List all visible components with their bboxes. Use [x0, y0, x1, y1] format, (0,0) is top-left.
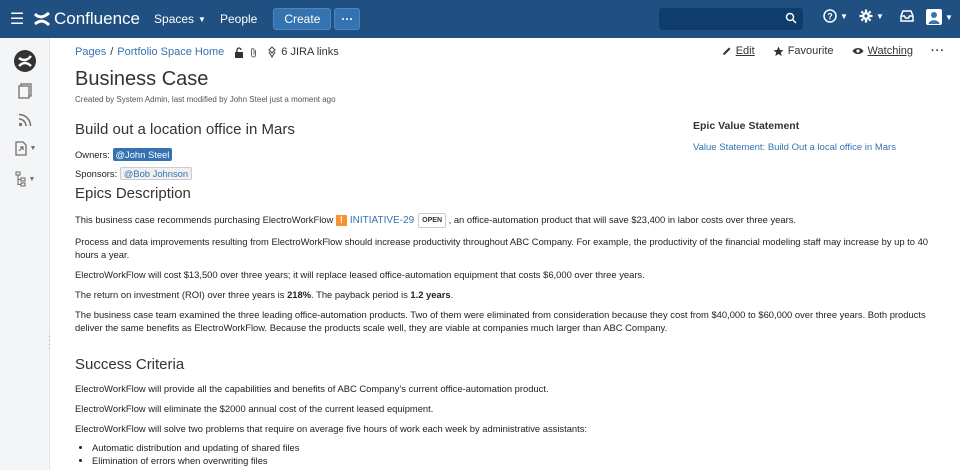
- page-tree-icon: [14, 171, 26, 187]
- sponsors-label: Sponsors:: [75, 168, 118, 179]
- watching-button[interactable]: Watching: [852, 45, 913, 57]
- svg-text:?: ?: [827, 12, 833, 22]
- sidebar-resize-handle[interactable]: · · · ·: [48, 332, 51, 354]
- people-link[interactable]: People: [220, 12, 257, 26]
- search-box[interactable]: [659, 8, 803, 30]
- jira-issue-type-icon: !: [335, 215, 347, 226]
- chevron-down-icon: ▼: [29, 145, 37, 152]
- create-button[interactable]: Create: [273, 8, 332, 30]
- owner-mention[interactable]: @John Steel: [112, 148, 173, 161]
- page-tree-menu[interactable]: ▼: [0, 171, 50, 187]
- section-heading-success: Success Criteria: [75, 356, 185, 373]
- page-status-icons: [234, 46, 257, 58]
- notifications-button[interactable]: [900, 9, 914, 23]
- owners-label: Owners:: [75, 149, 110, 160]
- breadcrumb-pages[interactable]: Pages: [75, 46, 106, 58]
- user-menu[interactable]: ▼: [926, 9, 953, 25]
- roi-value: 218%: [287, 289, 312, 300]
- success-criteria-1: ElectroWorkFlow will provide all the cap…: [75, 383, 549, 394]
- spaces-menu[interactable]: Spaces ▼: [154, 12, 206, 26]
- section-heading-build-out: Build out a location office in Mars: [75, 121, 295, 138]
- confluence-logo[interactable]: Confluence: [34, 9, 140, 29]
- owners-row: Owners: @John Steel: [75, 148, 173, 161]
- watching-label: Watching: [867, 45, 913, 57]
- confluence-x-icon: [34, 12, 50, 26]
- more-actions-button[interactable]: ···: [931, 45, 945, 57]
- success-bullet-list: Automatic distribution and updating of s…: [92, 441, 299, 467]
- success-criteria-2: ElectroWorkFlow will eliminate the $2000…: [75, 403, 434, 414]
- sponsor-mention[interactable]: @Bob Johnson: [119, 167, 193, 180]
- space-sidebar: ▼ ▼ · · · ·: [0, 38, 51, 470]
- breadcrumb: Pages / Portfolio Space Home 6 JIRA link…: [75, 46, 339, 58]
- avatar-icon: [926, 9, 942, 25]
- paragraph-3: ElectroWorkFlow will cost $13,500 over t…: [75, 269, 645, 280]
- payback-value: 1.2 years: [410, 289, 451, 300]
- paragraph-1-text-b: , an office-automation product that will…: [448, 214, 797, 225]
- people-label: People: [219, 12, 258, 26]
- chevron-down-icon: ▼: [876, 11, 884, 21]
- sponsors-row: Sponsors: @Bob Johnson: [75, 167, 193, 180]
- rss-icon: [18, 113, 32, 127]
- edit-button[interactable]: Edit: [722, 45, 755, 57]
- success-criteria-3: ElectroWorkFlow will solve two problems …: [75, 423, 588, 434]
- epic-value-panel: Epic Value Statement Value Statement: Bu…: [693, 120, 896, 153]
- pages-icon: [18, 83, 32, 99]
- favourite-button[interactable]: Favourite: [773, 45, 834, 57]
- list-item: Elimination of errors when overwriting f…: [92, 454, 299, 467]
- paragraph-2: Process and data improvements resulting …: [75, 236, 929, 260]
- breadcrumb-space-home[interactable]: Portfolio Space Home: [117, 46, 224, 58]
- unlock-icon[interactable]: [234, 46, 244, 58]
- chevron-down-icon: ▼: [945, 12, 953, 22]
- help-icon: ?: [823, 9, 837, 23]
- favourite-label: Favourite: [787, 45, 834, 57]
- pages-shortcut[interactable]: [0, 83, 50, 99]
- shortcut-page-icon: [14, 141, 27, 156]
- search-input[interactable]: [659, 8, 803, 30]
- notification-tray-icon: [900, 10, 914, 22]
- create-more-button[interactable]: ···: [334, 8, 361, 30]
- epic-value-heading: Epic Value Statement: [693, 120, 800, 132]
- paragraph-4-text-a: The return on investment (ROI) over thre…: [75, 289, 288, 300]
- breadcrumb-separator: /: [110, 46, 114, 58]
- jira-issue-key[interactable]: INITIATIVE-29: [350, 214, 414, 227]
- space-logo[interactable]: [0, 50, 50, 72]
- help-menu[interactable]: ? ▼: [823, 9, 848, 23]
- product-name: Confluence: [54, 9, 141, 28]
- epic-value-link[interactable]: Value Statement: Build Out a local offic…: [693, 142, 896, 153]
- attachment-icon[interactable]: [250, 47, 257, 58]
- top-navigation-bar: ☰ Confluence Spaces ▼ People Create ··· …: [0, 0, 960, 38]
- blog-shortcut[interactable]: [0, 113, 50, 127]
- menu-icon[interactable]: ☰: [2, 9, 32, 29]
- paragraph-1-text-a: This business case recommends purchasing…: [75, 214, 334, 225]
- page-metadata: Created by System Admin, last modified b…: [75, 95, 336, 104]
- paragraph-4-text-c: .: [450, 289, 454, 300]
- paragraph-4: The return on investment (ROI) over thre…: [75, 288, 945, 301]
- space-logo-icon: [14, 50, 36, 72]
- edit-label: Edit: [735, 45, 755, 57]
- spaces-label: Spaces: [154, 12, 195, 26]
- page-actions: Edit Favourite Watching ···: [704, 45, 945, 57]
- chevron-down-icon: ▼: [198, 14, 206, 24]
- jira-issue-macro[interactable]: ! INITIATIVE-29 OPEN: [335, 213, 446, 228]
- jira-icon: [268, 46, 277, 58]
- paragraph-5: The business case team examined the thre…: [75, 309, 926, 333]
- eye-icon: [852, 48, 864, 54]
- space-shortcuts-menu[interactable]: ▼: [0, 141, 50, 156]
- paragraph-4-text-b: . The payback period is: [311, 289, 411, 300]
- list-item: Automatic distribution and updating of s…: [92, 441, 299, 454]
- jira-links[interactable]: 6 JIRA links: [267, 46, 339, 58]
- star-icon: [773, 46, 784, 56]
- chevron-down-icon: ▼: [840, 11, 848, 21]
- section-heading-epics: Epics Description: [75, 185, 191, 202]
- gear-icon: [859, 9, 873, 23]
- settings-menu[interactable]: ▼: [859, 9, 884, 23]
- search-icon: [785, 12, 797, 24]
- page-title: Business Case: [75, 68, 209, 90]
- jira-links-label: 6 JIRA links: [281, 46, 339, 58]
- paragraph-1: This business case recommends purchasing…: [75, 213, 945, 228]
- jira-status-badge: OPEN: [418, 213, 446, 228]
- pencil-icon: [722, 47, 731, 55]
- chevron-down-icon: ▼: [28, 175, 36, 183]
